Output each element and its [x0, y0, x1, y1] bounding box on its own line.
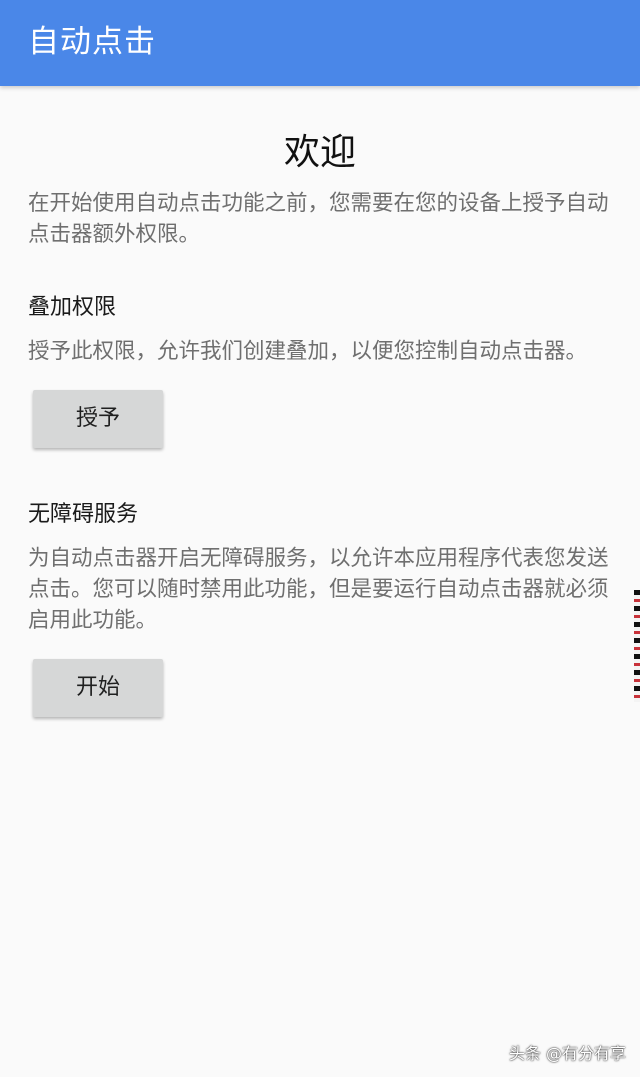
watermark: 头条 @有分有享: [508, 1044, 626, 1063]
welcome-title: 欢迎: [283, 132, 356, 173]
app-bar: 自动点击: [0, 0, 640, 86]
accessibility-service-description: 为自动点击器开启无障碍服务，以允许本应用程序代表您发送点击。您可以随时禁用此功能…: [28, 546, 609, 633]
grant-button[interactable]: 授予: [33, 390, 163, 448]
accessibility-service-title: 无障碍服务: [28, 502, 139, 527]
overlay-permission-title: 叠加权限: [28, 295, 117, 320]
side-qr-fragment: [634, 590, 640, 702]
start-button[interactable]: 开始: [33, 659, 163, 717]
app-title: 自动点击: [28, 24, 156, 60]
overlay-permission-description: 授予此权限，允许我们创建叠加，以便您控制自动点击器。: [28, 339, 588, 364]
intro-text: 在开始使用自动点击功能之前，您需要在您的设备上授予自动点击器额外权限。: [28, 191, 609, 247]
